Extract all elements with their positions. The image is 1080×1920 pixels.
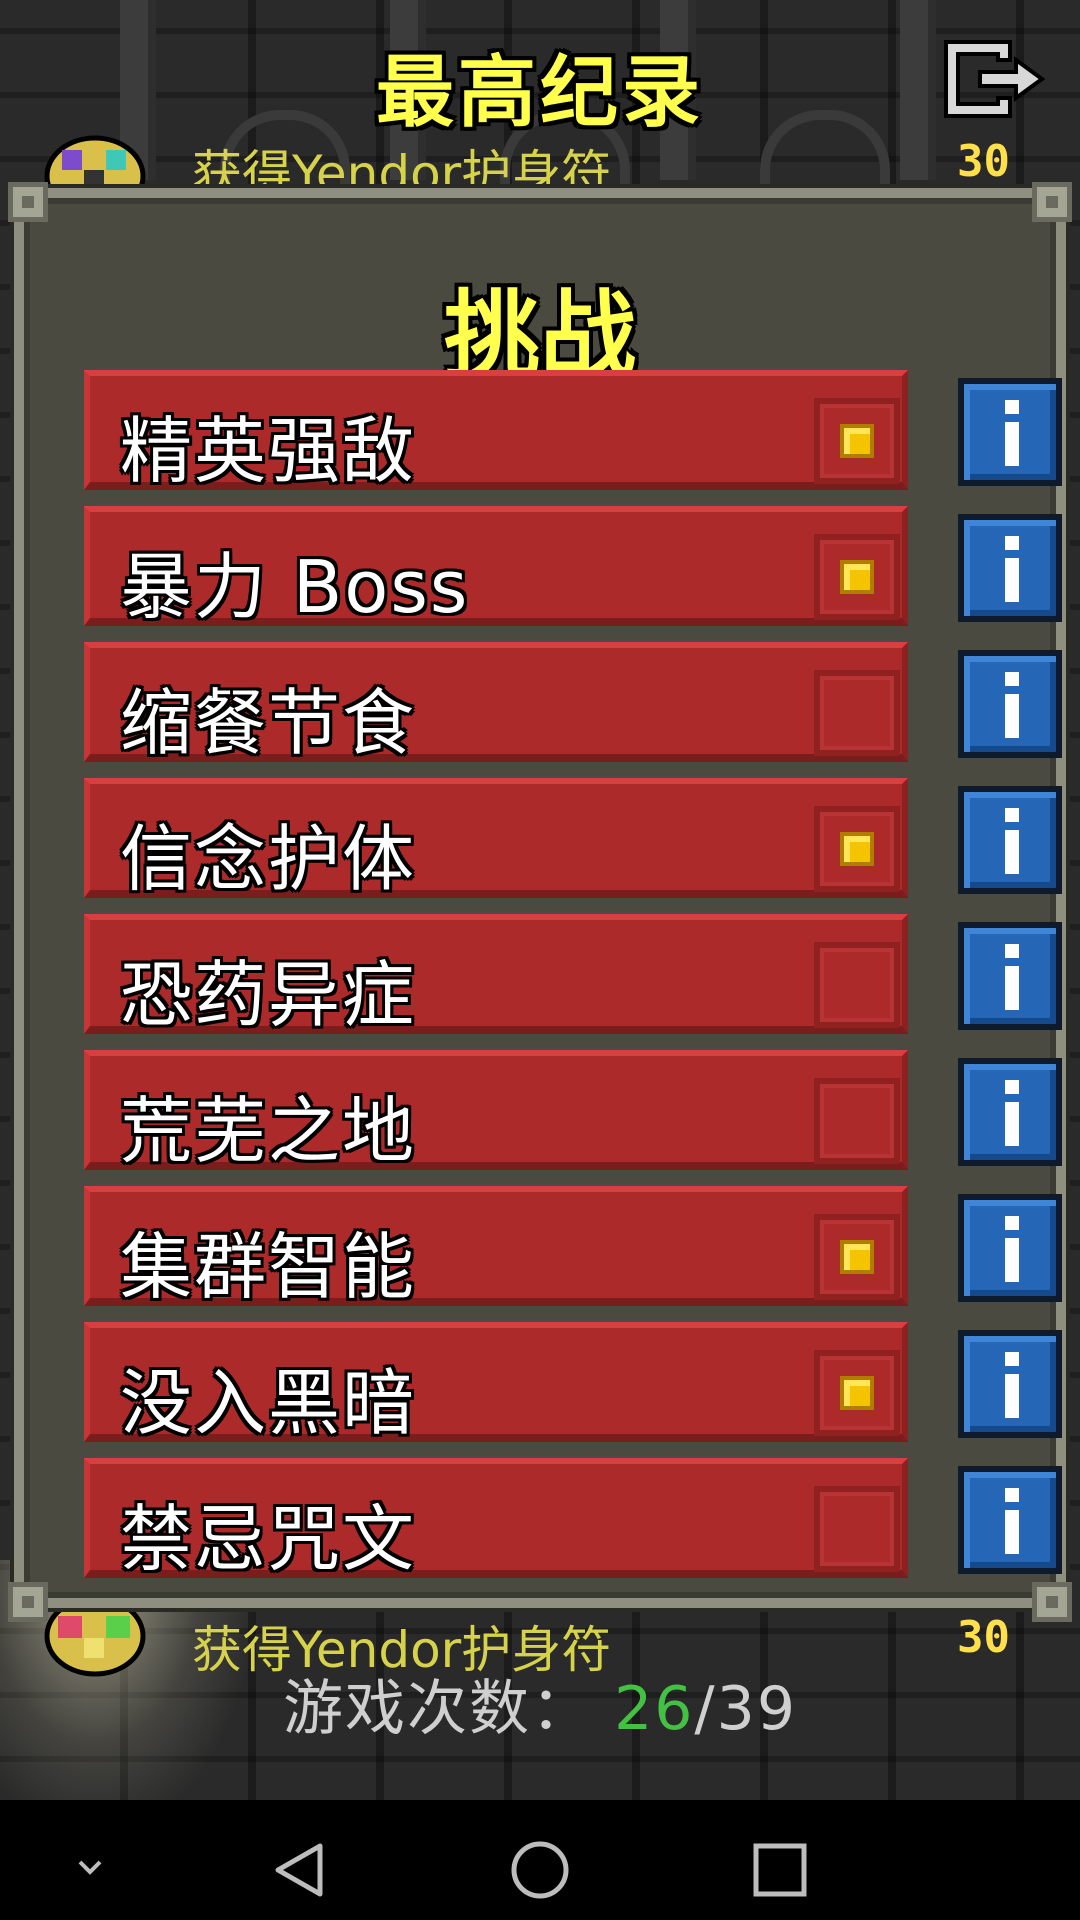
exit-button[interactable] <box>940 38 1050 120</box>
info-icon-bar <box>1005 694 1019 738</box>
info-icon-bar <box>1005 1510 1019 1554</box>
checked-mark-icon <box>840 1376 874 1410</box>
record-level: 30 <box>957 1612 1010 1663</box>
challenge-label: 禁忌咒文 <box>120 1497 417 1581</box>
challenge-label: 信念护体 <box>120 817 417 901</box>
challenge-info-button[interactable] <box>958 1330 1062 1438</box>
challenge-checkbox[interactable] <box>814 1078 900 1164</box>
checked-mark-icon <box>840 424 874 458</box>
navigation-bar <box>0 1800 1080 1920</box>
info-icon-dot <box>1005 1216 1019 1230</box>
challenge-info-button[interactable] <box>958 922 1062 1030</box>
games-count: 游戏次数： 26/39 <box>0 1660 1080 1747</box>
challenge-toggle-button[interactable]: 恐药异症 <box>84 914 908 1037</box>
record-level: 30 <box>957 136 1010 187</box>
info-icon-bar <box>1005 1238 1019 1282</box>
challenge-row: 暴力 Boss <box>70 506 1070 629</box>
challenge-checkbox[interactable] <box>814 398 900 484</box>
info-icon-bar <box>1005 558 1019 602</box>
challenge-checkbox[interactable] <box>814 1350 900 1436</box>
info-icon-bar <box>1005 1374 1019 1418</box>
info-icon-dot <box>1005 808 1019 822</box>
challenge-row: 缩餐节食 <box>70 642 1070 765</box>
challenge-info-button[interactable] <box>958 378 1062 486</box>
recents-square-icon[interactable] <box>740 1840 820 1900</box>
challenge-info-button[interactable] <box>958 1194 1062 1302</box>
info-icon-bar <box>1005 966 1019 1010</box>
info-icon-dot <box>1005 1488 1019 1502</box>
info-icon-dot <box>1005 1352 1019 1366</box>
challenge-toggle-button[interactable]: 禁忌咒文 <box>84 1458 908 1581</box>
challenge-checkbox[interactable] <box>814 942 900 1028</box>
challenge-toggle-button[interactable]: 没入黑暗 <box>84 1322 908 1445</box>
games-total-value: 39 <box>716 1674 797 1744</box>
challenge-label: 集群智能 <box>120 1225 417 1309</box>
challenge-label: 精英强敌 <box>120 409 417 493</box>
challenge-row: 信念护体 <box>70 778 1070 901</box>
challenge-checkbox[interactable] <box>814 670 900 756</box>
dialog-corner <box>8 1582 48 1622</box>
challenge-toggle-button[interactable]: 精英强敌 <box>84 370 908 493</box>
challenge-label: 没入黑暗 <box>120 1361 417 1445</box>
info-icon-bar <box>1005 422 1019 466</box>
challenge-info-button[interactable] <box>958 1058 1062 1166</box>
info-icon-dot <box>1005 536 1019 550</box>
game-screen: 最高纪录 获得Yendor护身符 30 获得Yendor护身符 30 游戏次数：… <box>0 0 1080 1920</box>
challenge-label: 暴力 Boss <box>120 545 470 629</box>
challenge-label: 缩餐节食 <box>120 681 417 765</box>
exit-door-icon <box>944 40 1046 118</box>
challenge-label: 荒芜之地 <box>120 1089 417 1173</box>
info-icon-dot <box>1005 944 1019 958</box>
checked-mark-icon <box>840 832 874 866</box>
dialog-corner <box>1032 182 1072 222</box>
games-count-separator: / <box>694 1674 717 1744</box>
challenge-checkbox[interactable] <box>814 1214 900 1300</box>
challenge-info-button[interactable] <box>958 786 1062 894</box>
challenge-checkbox[interactable] <box>814 534 900 620</box>
info-icon-bar <box>1005 830 1019 874</box>
challenge-info-button[interactable] <box>958 1466 1062 1574</box>
dialog-corner <box>8 182 48 222</box>
challenge-row: 集群智能 <box>70 1186 1070 1309</box>
info-icon-dot <box>1005 672 1019 686</box>
challenge-toggle-button[interactable]: 暴力 Boss <box>84 506 908 629</box>
challenge-row: 荒芜之地 <box>70 1050 1070 1173</box>
challenge-row: 禁忌咒文 <box>70 1458 1070 1581</box>
challenge-toggle-button[interactable]: 集群智能 <box>84 1186 908 1309</box>
challenge-label: 恐药异症 <box>120 953 417 1037</box>
challenge-row: 恐药异症 <box>70 914 1070 1037</box>
challenges-dialog: 挑战 精英强敌 暴力 Boss 缩餐节食 信念护体 恐药异症 荒芜之地 集群智能 没入黑暗 禁忌… <box>14 188 1066 1608</box>
challenge-info-button[interactable] <box>958 650 1062 758</box>
challenge-row: 没入黑暗 <box>70 1322 1070 1445</box>
dialog-corner <box>1032 1582 1072 1622</box>
info-icon-dot <box>1005 1080 1019 1094</box>
challenge-info-button[interactable] <box>958 514 1062 622</box>
info-icon-bar <box>1005 1102 1019 1146</box>
challenge-checkbox[interactable] <box>814 806 900 892</box>
games-played-value: 26 <box>614 1674 695 1744</box>
info-icon-dot <box>1005 400 1019 414</box>
back-triangle-icon[interactable] <box>260 1840 340 1900</box>
checked-mark-icon <box>840 1240 874 1274</box>
challenge-toggle-button[interactable]: 信念护体 <box>84 778 908 901</box>
challenge-checkbox[interactable] <box>814 1486 900 1572</box>
challenge-row: 精英强敌 <box>70 370 1070 493</box>
challenge-toggle-button[interactable]: 缩餐节食 <box>84 642 908 765</box>
challenge-toggle-button[interactable]: 荒芜之地 <box>84 1050 908 1173</box>
games-count-label: 游戏次数： <box>282 1674 593 1744</box>
checked-mark-icon <box>840 560 874 594</box>
chevron-down-icon[interactable] <box>50 1840 130 1900</box>
home-circle-icon[interactable] <box>500 1838 580 1918</box>
